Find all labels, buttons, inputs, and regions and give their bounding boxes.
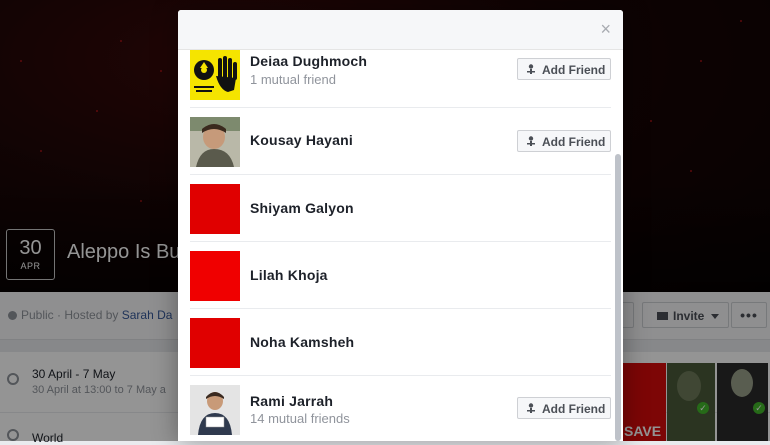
avatar[interactable] (190, 184, 240, 234)
person-name[interactable]: Rami Jarrah (250, 393, 333, 409)
person-name[interactable]: Kousay Hayani (250, 132, 353, 148)
person-name[interactable]: Noha Kamsheh (250, 334, 354, 350)
close-icon[interactable]: × (600, 20, 611, 38)
avatar[interactable] (190, 50, 240, 100)
add-person-icon (527, 403, 535, 413)
list-scrollbar[interactable] (615, 154, 621, 441)
list-item: Rami Jarrah 14 mutual friends Add Friend (190, 376, 611, 441)
list-item: Shiyam Galyon (190, 175, 611, 242)
avatar[interactable] (190, 318, 240, 368)
avatar[interactable] (190, 117, 240, 167)
people-dialog: × Deiaa Dughmoch 1 mutual friend Add Fri… (178, 10, 623, 441)
add-friend-button[interactable]: Add Friend (517, 130, 611, 152)
add-friend-label: Add Friend (542, 135, 606, 149)
list-item: Deiaa Dughmoch 1 mutual friend Add Frien… (190, 50, 611, 108)
person-name[interactable]: Lilah Khoja (250, 267, 328, 283)
add-friend-label: Add Friend (542, 402, 606, 416)
mutual-friends[interactable]: 14 mutual friends (250, 411, 350, 426)
dialog-header: × (178, 10, 623, 50)
person-name[interactable]: Deiaa Dughmoch (250, 53, 367, 69)
list-item: Noha Kamsheh (190, 309, 611, 376)
mutual-friends[interactable]: 1 mutual friend (250, 72, 336, 87)
add-person-icon (527, 64, 535, 74)
person-name[interactable]: Shiyam Galyon (250, 200, 354, 216)
people-list: Deiaa Dughmoch 1 mutual friend Add Frien… (178, 50, 623, 441)
list-item: Lilah Khoja (190, 242, 611, 309)
add-person-icon (527, 136, 535, 146)
add-friend-button[interactable]: Add Friend (517, 397, 611, 419)
avatar[interactable] (190, 385, 240, 435)
avatar[interactable] (190, 251, 240, 301)
list-item: Kousay Hayani Add Friend (190, 108, 611, 175)
add-friend-label: Add Friend (542, 63, 606, 77)
add-friend-button[interactable]: Add Friend (517, 58, 611, 80)
